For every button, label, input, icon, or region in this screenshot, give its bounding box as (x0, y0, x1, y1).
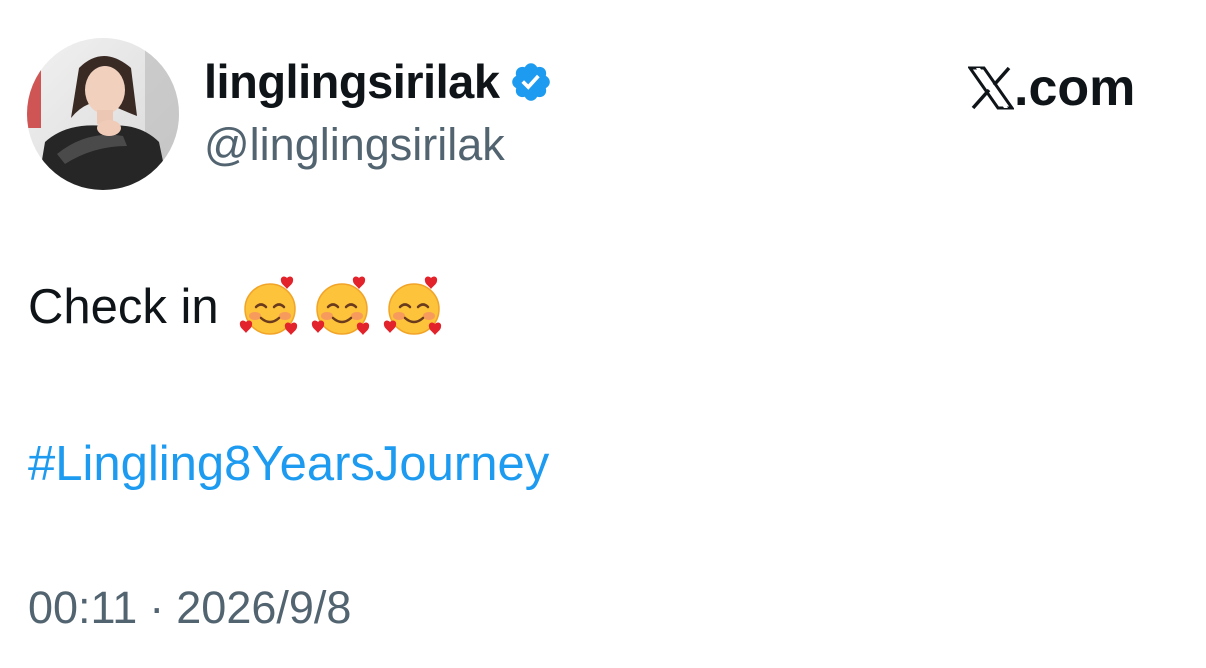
author-handle[interactable]: @linglingsirilak (204, 117, 505, 173)
timestamp-date[interactable]: 2026/9/8 (176, 582, 351, 633)
author-name-row[interactable]: linglingsirilak (204, 54, 553, 110)
smiling-face-with-hearts-icon (237, 274, 303, 340)
avatar[interactable] (27, 38, 179, 190)
smiling-face-with-hearts-icon (381, 274, 447, 340)
emoji-group (237, 274, 447, 340)
hashtag-link[interactable]: #Lingling8YearsJourney (28, 432, 549, 496)
timestamp[interactable]: 00:11 · 2026/9/8 (28, 578, 351, 638)
tweet-card: linglingsirilak @linglingsirilak .com Ch… (0, 0, 1206, 668)
timestamp-separator: · (149, 582, 165, 633)
tweet-body: Check in (28, 275, 447, 339)
author-display-name[interactable]: linglingsirilak (204, 54, 500, 110)
avatar-photo (27, 38, 179, 190)
site-brand: .com (968, 58, 1135, 118)
smiling-face-with-hearts-icon (309, 274, 375, 340)
verified-badge-icon (509, 60, 553, 104)
site-domain-suffix: .com (1014, 59, 1136, 117)
x-logo-icon (968, 66, 1014, 110)
timestamp-time[interactable]: 00:11 (28, 582, 137, 633)
tweet-text: Check in (28, 280, 219, 334)
